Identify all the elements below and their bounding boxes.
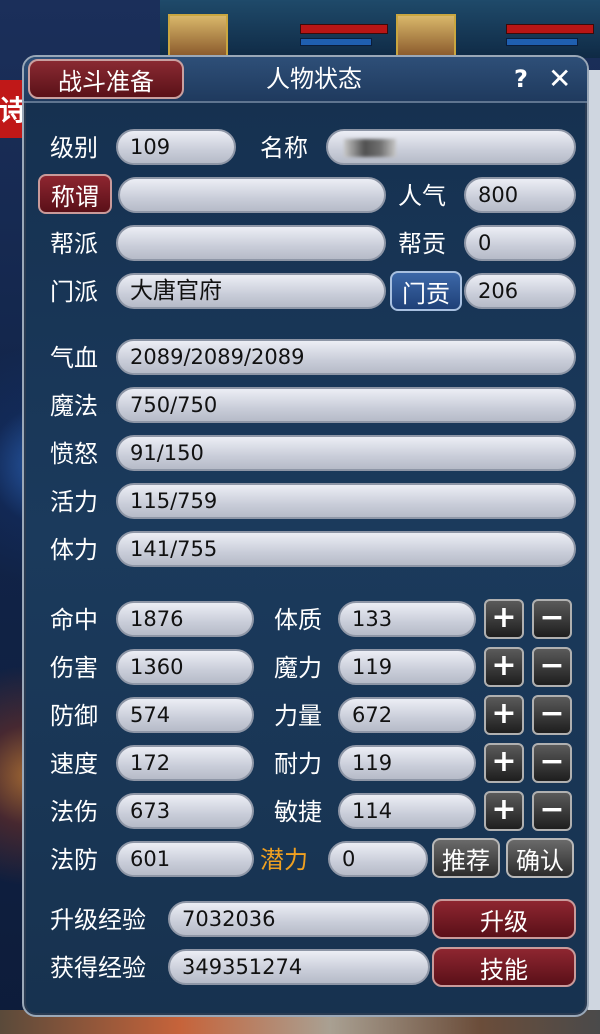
stamina-field: 141/755 — [116, 531, 576, 567]
guild-contrib-label: 帮贡 — [398, 230, 446, 258]
mp-bar — [506, 38, 578, 46]
title-button[interactable]: 称谓 — [38, 174, 112, 214]
battle-prep-tab[interactable]: 战斗准备 — [28, 59, 184, 99]
mp-field: 750/750 — [116, 387, 576, 423]
strength-field: 672 — [338, 697, 476, 733]
agility-plus-button[interactable]: + — [484, 791, 524, 831]
hit-field: 1876 — [116, 601, 254, 637]
magic-power-minus-button[interactable]: − — [532, 647, 572, 687]
hp-field: 2089/2089/2089 — [116, 339, 576, 375]
damage-field: 1360 — [116, 649, 254, 685]
speed-field: 172 — [116, 745, 254, 781]
damage-label: 伤害 — [50, 654, 98, 682]
levelup-exp-field: 7032036 — [168, 901, 430, 937]
school-contrib-button[interactable]: 门贡 — [390, 271, 462, 311]
gained-exp-field: 349351274 — [168, 949, 430, 985]
magic-damage-label: 法伤 — [50, 798, 98, 826]
hp-label: 气血 — [50, 344, 98, 372]
recommend-button[interactable]: 推荐 — [432, 838, 500, 878]
panel-title: 人物状态 — [266, 65, 362, 93]
rage-label: 愤怒 — [50, 440, 98, 468]
endurance-label: 耐力 — [274, 750, 322, 778]
party-portrait[interactable] — [396, 14, 456, 58]
level-label: 级别 — [50, 134, 98, 162]
strength-label: 力量 — [274, 702, 322, 730]
gained-exp-label: 获得经验 — [50, 954, 146, 982]
strength-minus-button[interactable]: − — [532, 695, 572, 735]
magic-power-field: 119 — [338, 649, 476, 685]
rage-field: 91/150 — [116, 435, 576, 471]
popularity-field: 800 — [464, 177, 576, 213]
guild-field — [116, 225, 386, 261]
confirm-button[interactable]: 确认 — [506, 838, 574, 878]
mp-label: 魔法 — [50, 392, 98, 420]
close-icon[interactable]: ✕ — [548, 63, 571, 95]
constitution-plus-button[interactable]: + — [484, 599, 524, 639]
vitality-field: 115/759 — [116, 483, 576, 519]
endurance-field: 119 — [338, 745, 476, 781]
guild-label: 帮派 — [50, 230, 98, 258]
endurance-plus-button[interactable]: + — [484, 743, 524, 783]
name-field — [326, 129, 576, 165]
magic-damage-field: 673 — [116, 793, 254, 829]
school-label: 门派 — [50, 278, 98, 306]
skills-button[interactable]: 技能 — [432, 947, 576, 987]
agility-minus-button[interactable]: − — [532, 791, 572, 831]
defense-field: 574 — [116, 697, 254, 733]
hp-bar — [300, 24, 388, 34]
vitality-label: 活力 — [50, 488, 98, 516]
defense-label: 防御 — [50, 702, 98, 730]
magic-defense-field: 601 — [116, 841, 254, 877]
levelup-exp-label: 升级经验 — [50, 906, 146, 934]
strength-plus-button[interactable]: + — [484, 695, 524, 735]
endurance-minus-button[interactable]: − — [532, 743, 572, 783]
speed-label: 速度 — [50, 750, 98, 778]
constitution-field: 133 — [338, 601, 476, 637]
hp-bar — [506, 24, 594, 34]
magic-power-label: 魔力 — [274, 654, 322, 682]
popularity-label: 人气 — [398, 182, 446, 210]
hit-label: 命中 — [50, 606, 98, 634]
title-bar[interactable]: 战斗准备 人物状态 ? ✕ — [24, 57, 587, 103]
levelup-button[interactable]: 升级 — [432, 899, 576, 939]
agility-label: 敏捷 — [274, 798, 322, 826]
constitution-minus-button[interactable]: − — [532, 599, 572, 639]
agility-field: 114 — [338, 793, 476, 829]
help-icon[interactable]: ? — [514, 63, 528, 95]
party-status-strip — [160, 0, 600, 58]
redacted-name — [344, 139, 396, 157]
stamina-label: 体力 — [50, 536, 98, 564]
magic-power-plus-button[interactable]: + — [484, 647, 524, 687]
character-status-panel: 战斗准备 人物状态 ? ✕ 级别 109 名称 称谓 人气 800 帮派 帮贡 … — [22, 55, 589, 1017]
constitution-label: 体质 — [274, 606, 322, 634]
school-field: 大唐官府 — [116, 273, 386, 309]
school-contrib-field: 206 — [464, 273, 576, 309]
party-portrait[interactable] — [168, 14, 228, 58]
potential-label: 潜力 — [260, 846, 308, 874]
level-field: 109 — [116, 129, 236, 165]
mp-bar — [300, 38, 372, 46]
potential-field: 0 — [328, 841, 428, 877]
magic-defense-label: 法防 — [50, 846, 98, 874]
title-field — [118, 177, 386, 213]
name-label: 名称 — [260, 134, 308, 162]
guild-contrib-field: 0 — [464, 225, 576, 261]
